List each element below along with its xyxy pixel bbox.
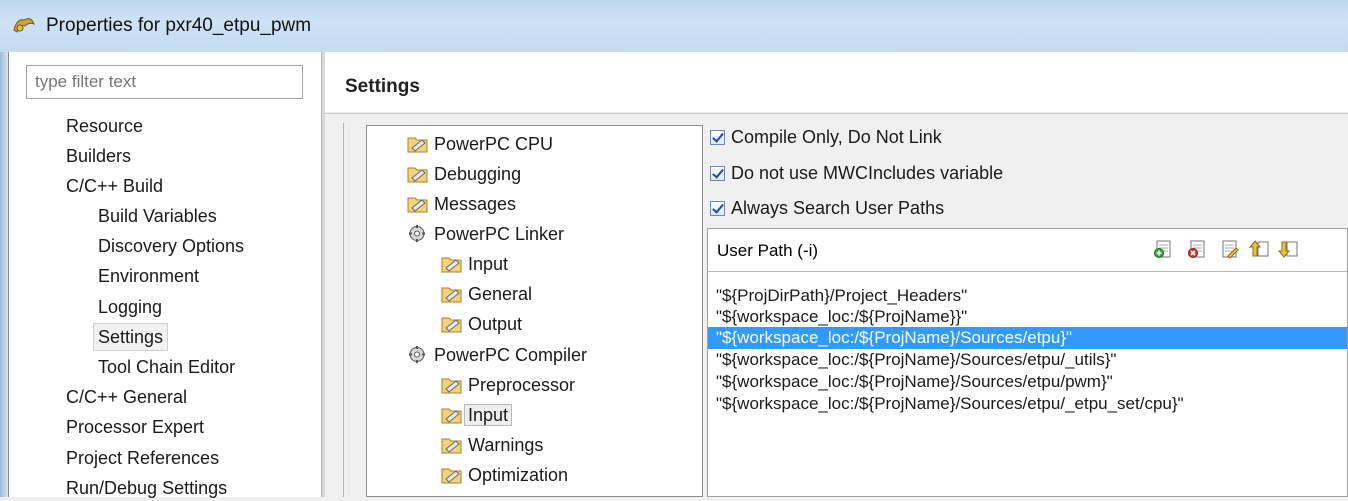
nav-item-project-references[interactable]: Project References [66, 445, 219, 471]
nav-item-builders[interactable]: Builders [66, 143, 131, 169]
window-title: Properties for pxr40_etpu_pwm [46, 15, 312, 36]
add-path-icon[interactable] [1153, 239, 1173, 259]
tree-item-compiler-optimization[interactable]: Optimization [441, 462, 568, 488]
nav-item-cpp-general[interactable]: C/C++ General [66, 384, 187, 410]
preferences-nav-pane: Resource Builders C/C++ Build Build Vari… [8, 52, 322, 498]
tool-folder-icon [441, 317, 462, 333]
delete-path-icon[interactable] [1187, 239, 1207, 259]
tree-item-powerpc-compiler[interactable]: PowerPC Compiler [407, 342, 587, 368]
tool-folder-icon [407, 167, 428, 183]
compile-only-checkbox[interactable]: Compile Only, Do Not Link [710, 125, 942, 149]
tool-folder-icon [407, 197, 428, 213]
tool-folder-icon [407, 137, 428, 153]
move-down-icon[interactable] [1278, 239, 1298, 259]
tree-item-linker-output[interactable]: Output [441, 311, 522, 337]
tree-item-compiler-preprocessor[interactable]: Preprocessor [441, 372, 575, 398]
divider [349, 123, 350, 497]
nav-item-cpp-build[interactable]: C/C++ Build [66, 173, 163, 199]
tool-gear-icon [409, 346, 425, 363]
divider [343, 123, 344, 497]
user-path-item[interactable]: "${workspace_loc:/${ProjName}/Sources/et… [708, 371, 1347, 393]
move-up-icon[interactable] [1249, 239, 1269, 259]
user-path-panel: User Path (-i) "${ProjDirPath}/Project_H… [707, 228, 1348, 497]
checkbox-checked-icon[interactable] [710, 166, 725, 181]
checkbox-checked-icon[interactable] [710, 201, 725, 216]
tool-folder-icon [441, 438, 462, 454]
user-path-label: User Path (-i) [717, 241, 819, 260]
user-path-item-selected[interactable]: "${workspace_loc:/${ProjName}/Sources/et… [708, 327, 1347, 349]
tree-item-messages[interactable]: Messages [407, 191, 516, 217]
nav-item-tool-chain-editor[interactable]: Tool Chain Editor [98, 354, 235, 380]
tree-item-linker-general[interactable]: General [441, 281, 532, 307]
window-frame-edge [0, 52, 8, 497]
settings-header: Settings [325, 52, 1348, 112]
tool-folder-icon [441, 287, 462, 303]
user-path-item[interactable]: "${workspace_loc:/${ProjName}}" [708, 306, 1347, 328]
nav-item-settings[interactable]: Settings [93, 323, 169, 351]
nav-item-build-variables[interactable]: Build Variables [98, 203, 217, 229]
checkbox-label: Always Search User Paths [731, 198, 945, 218]
tree-item-powerpc-cpu[interactable]: PowerPC CPU [407, 131, 553, 157]
filter-input[interactable] [26, 65, 303, 99]
settings-pane: Settings PowerPC CPU Debugging Messages … [325, 52, 1348, 497]
tree-item-compiler-input[interactable]: Input [441, 402, 513, 428]
user-path-item[interactable]: "${ProjDirPath}/Project_Headers" [708, 285, 1347, 307]
nav-item-resource[interactable]: Resource [66, 113, 143, 139]
app-icon [13, 18, 35, 33]
checkbox-label: Do not use MWCIncludes variable [731, 163, 1004, 183]
nav-item-logging[interactable]: Logging [98, 294, 162, 320]
tool-settings-tree: PowerPC CPU Debugging Messages PowerPC L… [366, 125, 703, 497]
checkbox-label: Compile Only, Do Not Link [731, 127, 942, 147]
tool-gear-icon [409, 225, 425, 242]
user-path-item[interactable]: "${workspace_loc:/${ProjName}/Sources/et… [708, 349, 1347, 371]
window-titlebar: Properties for pxr40_etpu_pwm [0, 0, 1348, 52]
user-path-header: User Path (-i) [708, 229, 1347, 272]
no-mwcincludes-checkbox[interactable]: Do not use MWCIncludes variable [710, 161, 1003, 185]
user-path-item[interactable]: "${workspace_loc:/${ProjName}/Sources/et… [708, 393, 1347, 415]
always-search-user-paths-checkbox[interactable]: Always Search User Paths [710, 196, 944, 220]
nav-item-environment[interactable]: Environment [98, 263, 199, 289]
nav-item-run-debug-settings[interactable]: Run/Debug Settings [66, 475, 227, 501]
tool-folder-icon [441, 468, 462, 484]
nav-item-discovery-options[interactable]: Discovery Options [98, 233, 244, 259]
tree-item-debugging[interactable]: Debugging [407, 161, 521, 187]
header-divider [325, 113, 1348, 114]
tree-item-compiler-warnings[interactable]: Warnings [441, 432, 543, 458]
checkbox-checked-icon[interactable] [710, 130, 725, 145]
nav-item-processor-expert[interactable]: Processor Expert [66, 414, 204, 440]
tool-folder-icon [441, 408, 462, 424]
edit-path-icon[interactable] [1220, 239, 1240, 259]
tree-item-powerpc-linker[interactable]: PowerPC Linker [407, 221, 564, 247]
tree-item-linker-input[interactable]: Input [441, 251, 508, 277]
tool-folder-icon [441, 378, 462, 394]
page-title: Settings [345, 76, 420, 97]
tool-folder-icon [441, 257, 462, 273]
